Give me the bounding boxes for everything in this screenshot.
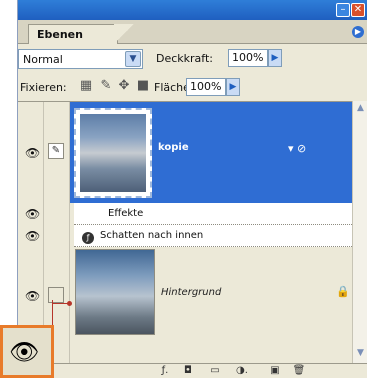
eye-icon: 👁 bbox=[9, 338, 40, 366]
fx-icon: ƒ bbox=[82, 232, 94, 244]
tab-slant bbox=[114, 24, 134, 44]
callout-dot bbox=[67, 301, 72, 306]
chevron-down-icon[interactable]: ▼ bbox=[125, 51, 141, 67]
layer-name-kopie[interactable]: kopie bbox=[158, 142, 189, 153]
layer-thumbnail-hintergrund bbox=[75, 249, 155, 335]
blend-mode-value: Normal bbox=[23, 53, 63, 66]
new-layer-icon[interactable]: ▣ bbox=[268, 365, 282, 377]
lock-all-icon[interactable]: ■ bbox=[135, 78, 151, 94]
opacity-input[interactable]: 100% bbox=[228, 49, 268, 67]
minimize-button[interactable]: – bbox=[336, 3, 350, 17]
trash-icon[interactable]: 🗑 bbox=[292, 365, 306, 377]
eye-icon[interactable]: 👁 bbox=[25, 147, 41, 159]
layer-mask-icon[interactable]: ◘ bbox=[181, 365, 195, 377]
lock-pixels-icon[interactable]: ✎ bbox=[98, 78, 114, 94]
layer-style-icon[interactable]: ƒ. bbox=[158, 365, 172, 377]
effect-item[interactable]: ƒ Schatten nach innen bbox=[74, 225, 352, 247]
blend-opacity-row: Normal ▼ Deckkraft: 100% ▶ bbox=[18, 44, 367, 72]
layers-toolbar: ƒ. ◘ ▭ ◑. ▣ 🗑 bbox=[18, 363, 367, 378]
tab-ebenen[interactable]: Ebenen bbox=[28, 24, 118, 44]
panel-menu-button[interactable]: ▶ bbox=[352, 26, 364, 38]
lock-position-icon[interactable]: ✥ bbox=[116, 78, 132, 94]
adjustment-layer-icon[interactable]: ◑. bbox=[235, 365, 249, 377]
opacity-label: Deckkraft: bbox=[156, 52, 213, 65]
vertical-scrollbar[interactable]: ▲ ▼ bbox=[352, 101, 367, 363]
layer-name-hintergrund[interactable]: Hintergrund bbox=[161, 287, 221, 298]
fill-input[interactable]: 100% bbox=[186, 78, 226, 96]
scroll-up-icon[interactable]: ▲ bbox=[354, 103, 367, 116]
layer-thumbnail-kopie bbox=[74, 108, 152, 198]
effect-label: Schatten nach innen bbox=[100, 230, 204, 241]
tab-label: Ebenen bbox=[37, 28, 83, 41]
tab-row: Ebenen ▶ bbox=[18, 20, 367, 44]
lock-label: Fixieren: bbox=[20, 81, 67, 94]
lock-row: Fixieren: ▦ ✎ ✥ ■ Fläche 100% ▶ bbox=[18, 73, 367, 101]
effects-group: 👁 👁 Effekte ƒ Schatten nach innen bbox=[18, 203, 352, 247]
lock-icon: 🔒 bbox=[336, 285, 350, 298]
eye-callout: 👁 bbox=[0, 325, 54, 378]
panel-titlebar: – ✕ bbox=[18, 0, 367, 20]
close-button[interactable]: ✕ bbox=[351, 3, 365, 17]
blend-mode-select[interactable]: Normal ▼ bbox=[18, 49, 143, 69]
fill-label: Fläche bbox=[154, 81, 190, 94]
scroll-down-icon[interactable]: ▼ bbox=[354, 348, 367, 361]
eye-icon[interactable]: 👁 bbox=[25, 230, 41, 242]
effects-header[interactable]: Effekte bbox=[74, 203, 352, 225]
fx-icon[interactable]: ▾ ⊘ bbox=[288, 142, 306, 155]
new-group-icon[interactable]: ▭ bbox=[208, 365, 222, 377]
lock-transparency-icon[interactable]: ▦ bbox=[78, 78, 94, 94]
eye-icon[interactable]: 👁 bbox=[25, 208, 41, 220]
eye-icon[interactable]: 👁 bbox=[25, 290, 41, 302]
opacity-slider-button[interactable]: ▶ bbox=[268, 49, 282, 67]
layer-row-kopie[interactable]: 👁 ✎ kopie ▾ ⊘ bbox=[18, 102, 352, 203]
fill-slider-button[interactable]: ▶ bbox=[226, 78, 240, 96]
brush-icon[interactable]: ✎ bbox=[48, 143, 64, 159]
